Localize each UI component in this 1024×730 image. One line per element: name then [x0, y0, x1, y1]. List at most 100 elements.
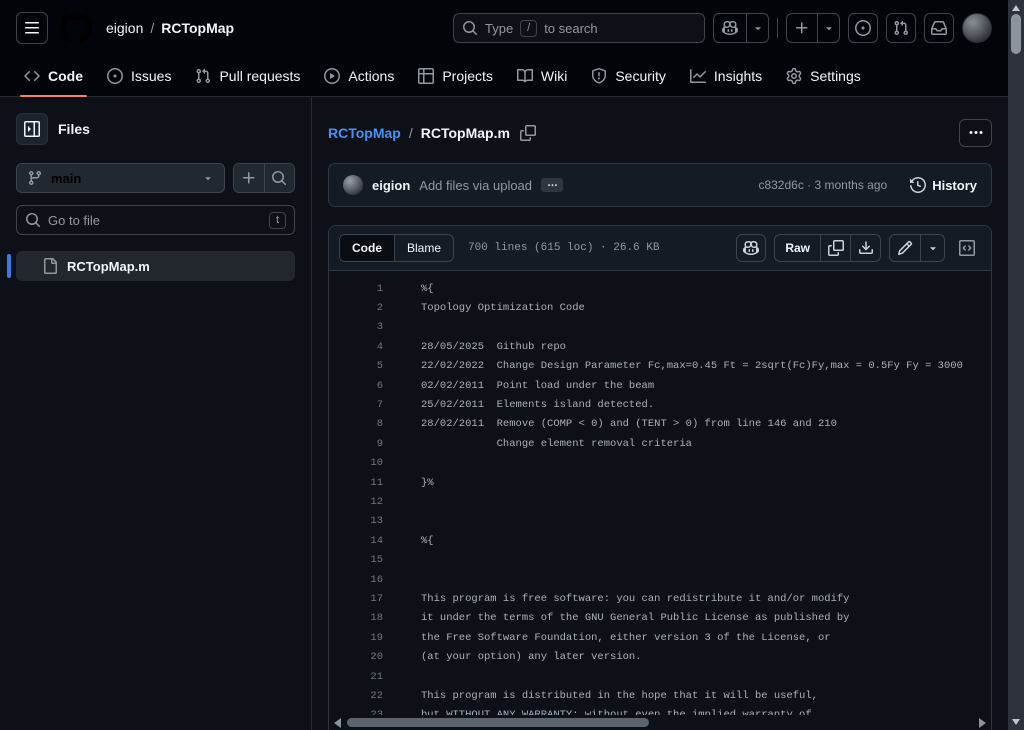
plus-icon — [794, 20, 810, 36]
download-raw-button[interactable] — [850, 235, 880, 261]
new-file-button[interactable] — [234, 164, 264, 192]
line-number[interactable]: 10 — [329, 457, 383, 469]
breadcrumb-user-link[interactable]: eigion — [106, 20, 143, 36]
line-number[interactable]: 7 — [329, 399, 383, 411]
scroll-left-arrow[interactable] — [334, 718, 341, 728]
horizontal-scroll-thumb[interactable] — [347, 718, 649, 727]
line-number[interactable]: 6 — [329, 380, 383, 392]
tab-projects[interactable]: Projects — [410, 56, 501, 96]
line-number[interactable]: 15 — [329, 554, 383, 566]
tab-wiki[interactable]: Wiki — [509, 56, 575, 96]
table-icon — [418, 68, 434, 84]
line-number[interactable]: 11 — [329, 477, 383, 489]
user-avatar[interactable] — [962, 13, 992, 43]
header-actions: Type / to search — [453, 13, 992, 43]
tab-issues[interactable]: Issues — [99, 56, 179, 96]
create-new-button[interactable] — [787, 14, 817, 42]
edit-dropdown-button[interactable] — [920, 235, 944, 261]
search-tree-button[interactable] — [264, 164, 295, 192]
line-number[interactable]: 1 — [329, 283, 383, 295]
github-logo-icon[interactable] — [60, 12, 92, 44]
line-number[interactable]: 5 — [329, 360, 383, 372]
commit-sha-time[interactable]: c832d6c · 3 months ago — [758, 178, 887, 192]
commit-author-name[interactable]: eigion — [372, 178, 410, 193]
tree-item-selected[interactable]: RCTopMap.m — [16, 251, 295, 281]
breadcrumb-repo-link[interactable]: RCTopMap — [328, 125, 401, 141]
commit-author-avatar[interactable] — [343, 175, 363, 195]
code-content: 1 %{ 2 Topology Optimization Code 3 — [329, 271, 991, 730]
tab-settings[interactable]: Settings — [778, 56, 869, 96]
breadcrumb-repo-link[interactable]: RCTopMap — [161, 20, 234, 36]
code-line: 3 — [329, 318, 991, 337]
blame-view-tab[interactable]: Blame — [395, 235, 453, 261]
tab-actions[interactable]: Actions — [316, 56, 402, 96]
line-content: }% — [383, 477, 434, 489]
branch-selector-button[interactable]: main — [16, 163, 225, 193]
hamburger-menu-button[interactable] — [16, 12, 48, 44]
tab-pull-requests[interactable]: Pull requests — [187, 56, 308, 96]
edit-file-button[interactable] — [890, 235, 920, 261]
line-number[interactable]: 18 — [329, 612, 383, 624]
line-number[interactable]: 3 — [329, 321, 383, 333]
line-number[interactable]: 8 — [329, 418, 383, 430]
copy-raw-button[interactable] — [820, 235, 850, 261]
chevron-down-icon — [752, 22, 764, 34]
global-search-input[interactable]: Type / to search — [453, 13, 705, 43]
vertical-scroll-thumb[interactable] — [1011, 14, 1021, 54]
code-line: 15 — [329, 550, 991, 569]
line-number[interactable]: 20 — [329, 651, 383, 663]
scroll-right-arrow[interactable] — [979, 718, 986, 728]
history-button[interactable]: History — [910, 177, 977, 193]
line-number[interactable]: 2 — [329, 302, 383, 314]
copilot-dropdown-button[interactable] — [746, 14, 768, 42]
line-content: 28/05/2025 Github repo — [383, 341, 566, 353]
line-content: (at your option) any later version. — [383, 651, 642, 663]
scroll-up-arrow[interactable] — [1012, 5, 1020, 11]
sidebar-panel-icon — [24, 121, 40, 137]
pull-requests-button[interactable] — [886, 13, 916, 43]
code-line: 2 Topology Optimization Code — [329, 298, 991, 317]
code-line: 19 the Free Software Foundation, either … — [329, 628, 991, 647]
line-number[interactable]: 14 — [329, 535, 383, 547]
line-content: %{ — [383, 535, 434, 547]
github-page: eigion / RCTopMap Type / to search — [0, 0, 1008, 730]
go-to-file-input[interactable] — [48, 213, 262, 228]
chevron-down-icon — [202, 172, 214, 184]
line-content: the Free Software Foundation, either ver… — [383, 632, 831, 644]
code-line: 7 25/02/2011 Elements island detected. — [329, 395, 991, 414]
tab-security[interactable]: Security — [583, 56, 674, 96]
issues-button[interactable] — [848, 13, 878, 43]
line-content: 22/02/2022 Change Design Parameter Fc,ma… — [383, 360, 963, 372]
line-number[interactable]: 13 — [329, 515, 383, 527]
play-icon — [324, 68, 340, 84]
chevron-down-icon — [823, 22, 835, 34]
code-view-tab[interactable]: Code — [340, 235, 395, 261]
inbox-button[interactable] — [924, 13, 954, 43]
tab-code[interactable]: Code — [16, 56, 91, 96]
code-line: 10 — [329, 454, 991, 473]
scroll-down-arrow[interactable] — [1012, 719, 1020, 725]
collapse-file-tree-button[interactable] — [16, 113, 48, 145]
commit-message-expand-button[interactable] — [541, 178, 563, 192]
window-vertical-scrollbar[interactable] — [1008, 0, 1024, 730]
line-number[interactable]: 9 — [329, 438, 383, 450]
copy-path-button[interactable] — [520, 125, 536, 141]
copilot-code-button[interactable] — [736, 234, 766, 262]
line-number[interactable]: 22 — [329, 690, 383, 702]
line-content: Topology Optimization Code — [383, 302, 585, 314]
tab-insights[interactable]: Insights — [682, 56, 770, 96]
file-more-options-button[interactable] — [959, 119, 992, 147]
line-number[interactable]: 17 — [329, 593, 383, 605]
symbols-panel-button[interactable] — [953, 234, 981, 262]
line-number[interactable]: 19 — [329, 632, 383, 644]
raw-button[interactable]: Raw — [775, 235, 820, 261]
commit-message-link[interactable]: Add files via upload — [419, 178, 532, 193]
horizontal-scroll-track[interactable] — [345, 715, 975, 730]
create-new-dropdown-button[interactable] — [817, 14, 839, 42]
copilot-button[interactable] — [714, 14, 746, 42]
inbox-icon — [931, 20, 947, 36]
line-number[interactable]: 16 — [329, 574, 383, 586]
line-number[interactable]: 4 — [329, 341, 383, 353]
line-number[interactable]: 12 — [329, 496, 383, 508]
line-number[interactable]: 21 — [329, 671, 383, 683]
